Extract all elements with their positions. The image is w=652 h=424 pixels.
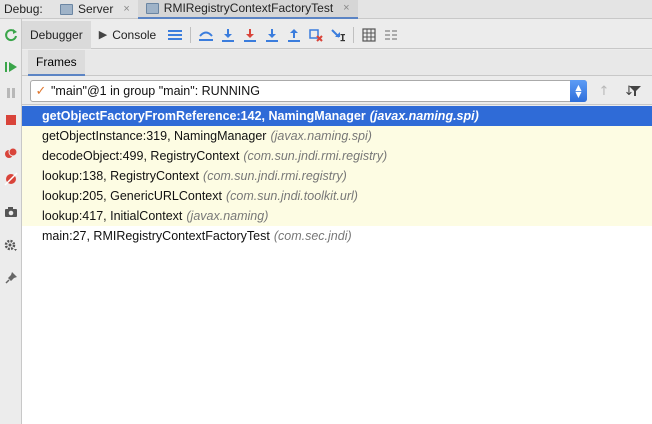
pin-icon[interactable] — [3, 270, 19, 286]
pause-program-icon[interactable] — [3, 85, 19, 101]
evaluate-expression-icon[interactable] — [358, 21, 380, 49]
close-icon[interactable]: × — [123, 3, 129, 15]
frame-package: (com.sun.jndi.rmi.registry) — [243, 149, 388, 163]
debug-label: Debug: — [4, 2, 43, 16]
step-out-icon[interactable] — [283, 21, 305, 49]
view-breakpoints-icon[interactable] — [3, 145, 19, 161]
frame-method: decodeObject:499, RegistryContext — [42, 149, 240, 163]
run-config-icon — [60, 3, 73, 15]
settings-icon[interactable] — [3, 237, 19, 253]
step-over-icon[interactable] — [217, 21, 239, 49]
tab-debugger-label: Debugger — [30, 27, 83, 42]
thread-selector-row: ✓ "main"@1 in group "main": RUNNING ▲ ▼ ↑… — [22, 77, 652, 105]
tab-rmiregistrycontextfactorytest[interactable]: RMIRegistryContextFactoryTest × — [137, 0, 358, 19]
frame-package: (javax.naming.spi) — [270, 129, 372, 143]
drop-frame-icon[interactable] — [305, 21, 327, 49]
force-step-into-icon[interactable] — [261, 21, 283, 49]
stack-frame-row[interactable]: lookup:417, InitialContext (javax.naming) — [22, 206, 652, 226]
tab-debugger[interactable]: Debugger — [22, 20, 91, 49]
frame-package: (com.sun.jndi.toolkit.url) — [225, 189, 358, 203]
left-debug-toolbar — [0, 19, 22, 424]
frames-panel-header: Frames — [22, 50, 652, 76]
frame-package: (javax.naming) — [186, 209, 269, 223]
frame-method: lookup:417, InitialContext — [42, 209, 183, 223]
tab-frames[interactable]: Frames — [28, 50, 85, 76]
frame-method: getObjectFactoryFromReference:142, Namin… — [42, 109, 366, 123]
frame-method: lookup:138, RegistryContext — [42, 169, 200, 183]
mute-breakpoints-icon[interactable] — [3, 171, 19, 187]
console-icon: ▶ — [98, 28, 108, 41]
stack-frame-row[interactable]: main:27, RMIRegistryContextFactoryTest (c… — [22, 226, 652, 246]
frames-list: getObjectFactoryFromReference:142, Namin… — [22, 106, 652, 424]
trace-current-stream-icon[interactable] — [380, 21, 402, 49]
show-execution-point-icon[interactable] — [195, 21, 217, 49]
camera-icon[interactable] — [3, 204, 19, 220]
run-config-icon — [145, 2, 159, 14]
frame-method: lookup:205, GenericURLContext — [42, 189, 222, 203]
menu-icon[interactable] — [164, 21, 186, 49]
stack-frame-row[interactable]: getObjectFactoryFromReference:142, Namin… — [22, 106, 652, 126]
rerun-icon[interactable] — [3, 27, 19, 43]
step-into-icon[interactable] — [239, 21, 261, 49]
stack-frame-row[interactable]: lookup:138, RegistryContext (com.sun.jndi… — [22, 166, 652, 186]
frame-package: (com.sun.jndi.rmi.registry) — [203, 169, 347, 183]
thread-suspended-check-icon: ✓ — [35, 83, 47, 99]
tab-server-label: Server — [78, 2, 114, 16]
run-to-cursor-icon[interactable] — [327, 21, 349, 49]
close-icon[interactable]: × — [343, 2, 349, 14]
tab-rmi-label: RMIRegistryContextFactoryTest — [163, 1, 334, 15]
thread-combobox-value: "main"@1 in group "main": RUNNING — [51, 84, 260, 98]
frame-package: (com.sec.jndi) — [273, 229, 352, 243]
thread-combobox[interactable]: ✓ "main"@1 in group "main": RUNNING ▲ ▼ — [30, 80, 587, 102]
debug-tool-window-header: Debug: Server × RMIRegistryContextFactor… — [0, 0, 652, 19]
stop-icon[interactable] — [3, 112, 19, 128]
tab-console-label: Console — [112, 27, 157, 42]
arrow-up-icon[interactable]: ↑ — [595, 82, 613, 100]
frame-method: getObjectInstance:319, NamingManager — [42, 129, 267, 143]
toolbar-divider — [190, 26, 192, 43]
debugger-toolbar: Debugger ▶ Console — [22, 20, 652, 49]
chevron-updown-icon[interactable]: ▲ ▼ — [570, 80, 587, 102]
frame-package: (javax.naming.spi) — [369, 109, 479, 123]
stack-frame-row[interactable]: decodeObject:499, RegistryContext (com.su… — [22, 146, 652, 166]
resume-program-icon[interactable] — [3, 59, 19, 75]
toolbar-divider — [353, 26, 355, 43]
stack-frame-row[interactable]: getObjectInstance:319, NamingManager (jav… — [22, 126, 652, 146]
frame-method: main:27, RMIRegistryContextFactoryTest — [42, 229, 270, 243]
filter-icon[interactable] — [626, 82, 644, 100]
stack-frame-row[interactable]: lookup:205, GenericURLContext (com.sun.jn… — [22, 186, 652, 206]
tab-console[interactable]: ▶ Console — [91, 21, 165, 49]
tab-server[interactable]: Server × — [52, 0, 138, 19]
